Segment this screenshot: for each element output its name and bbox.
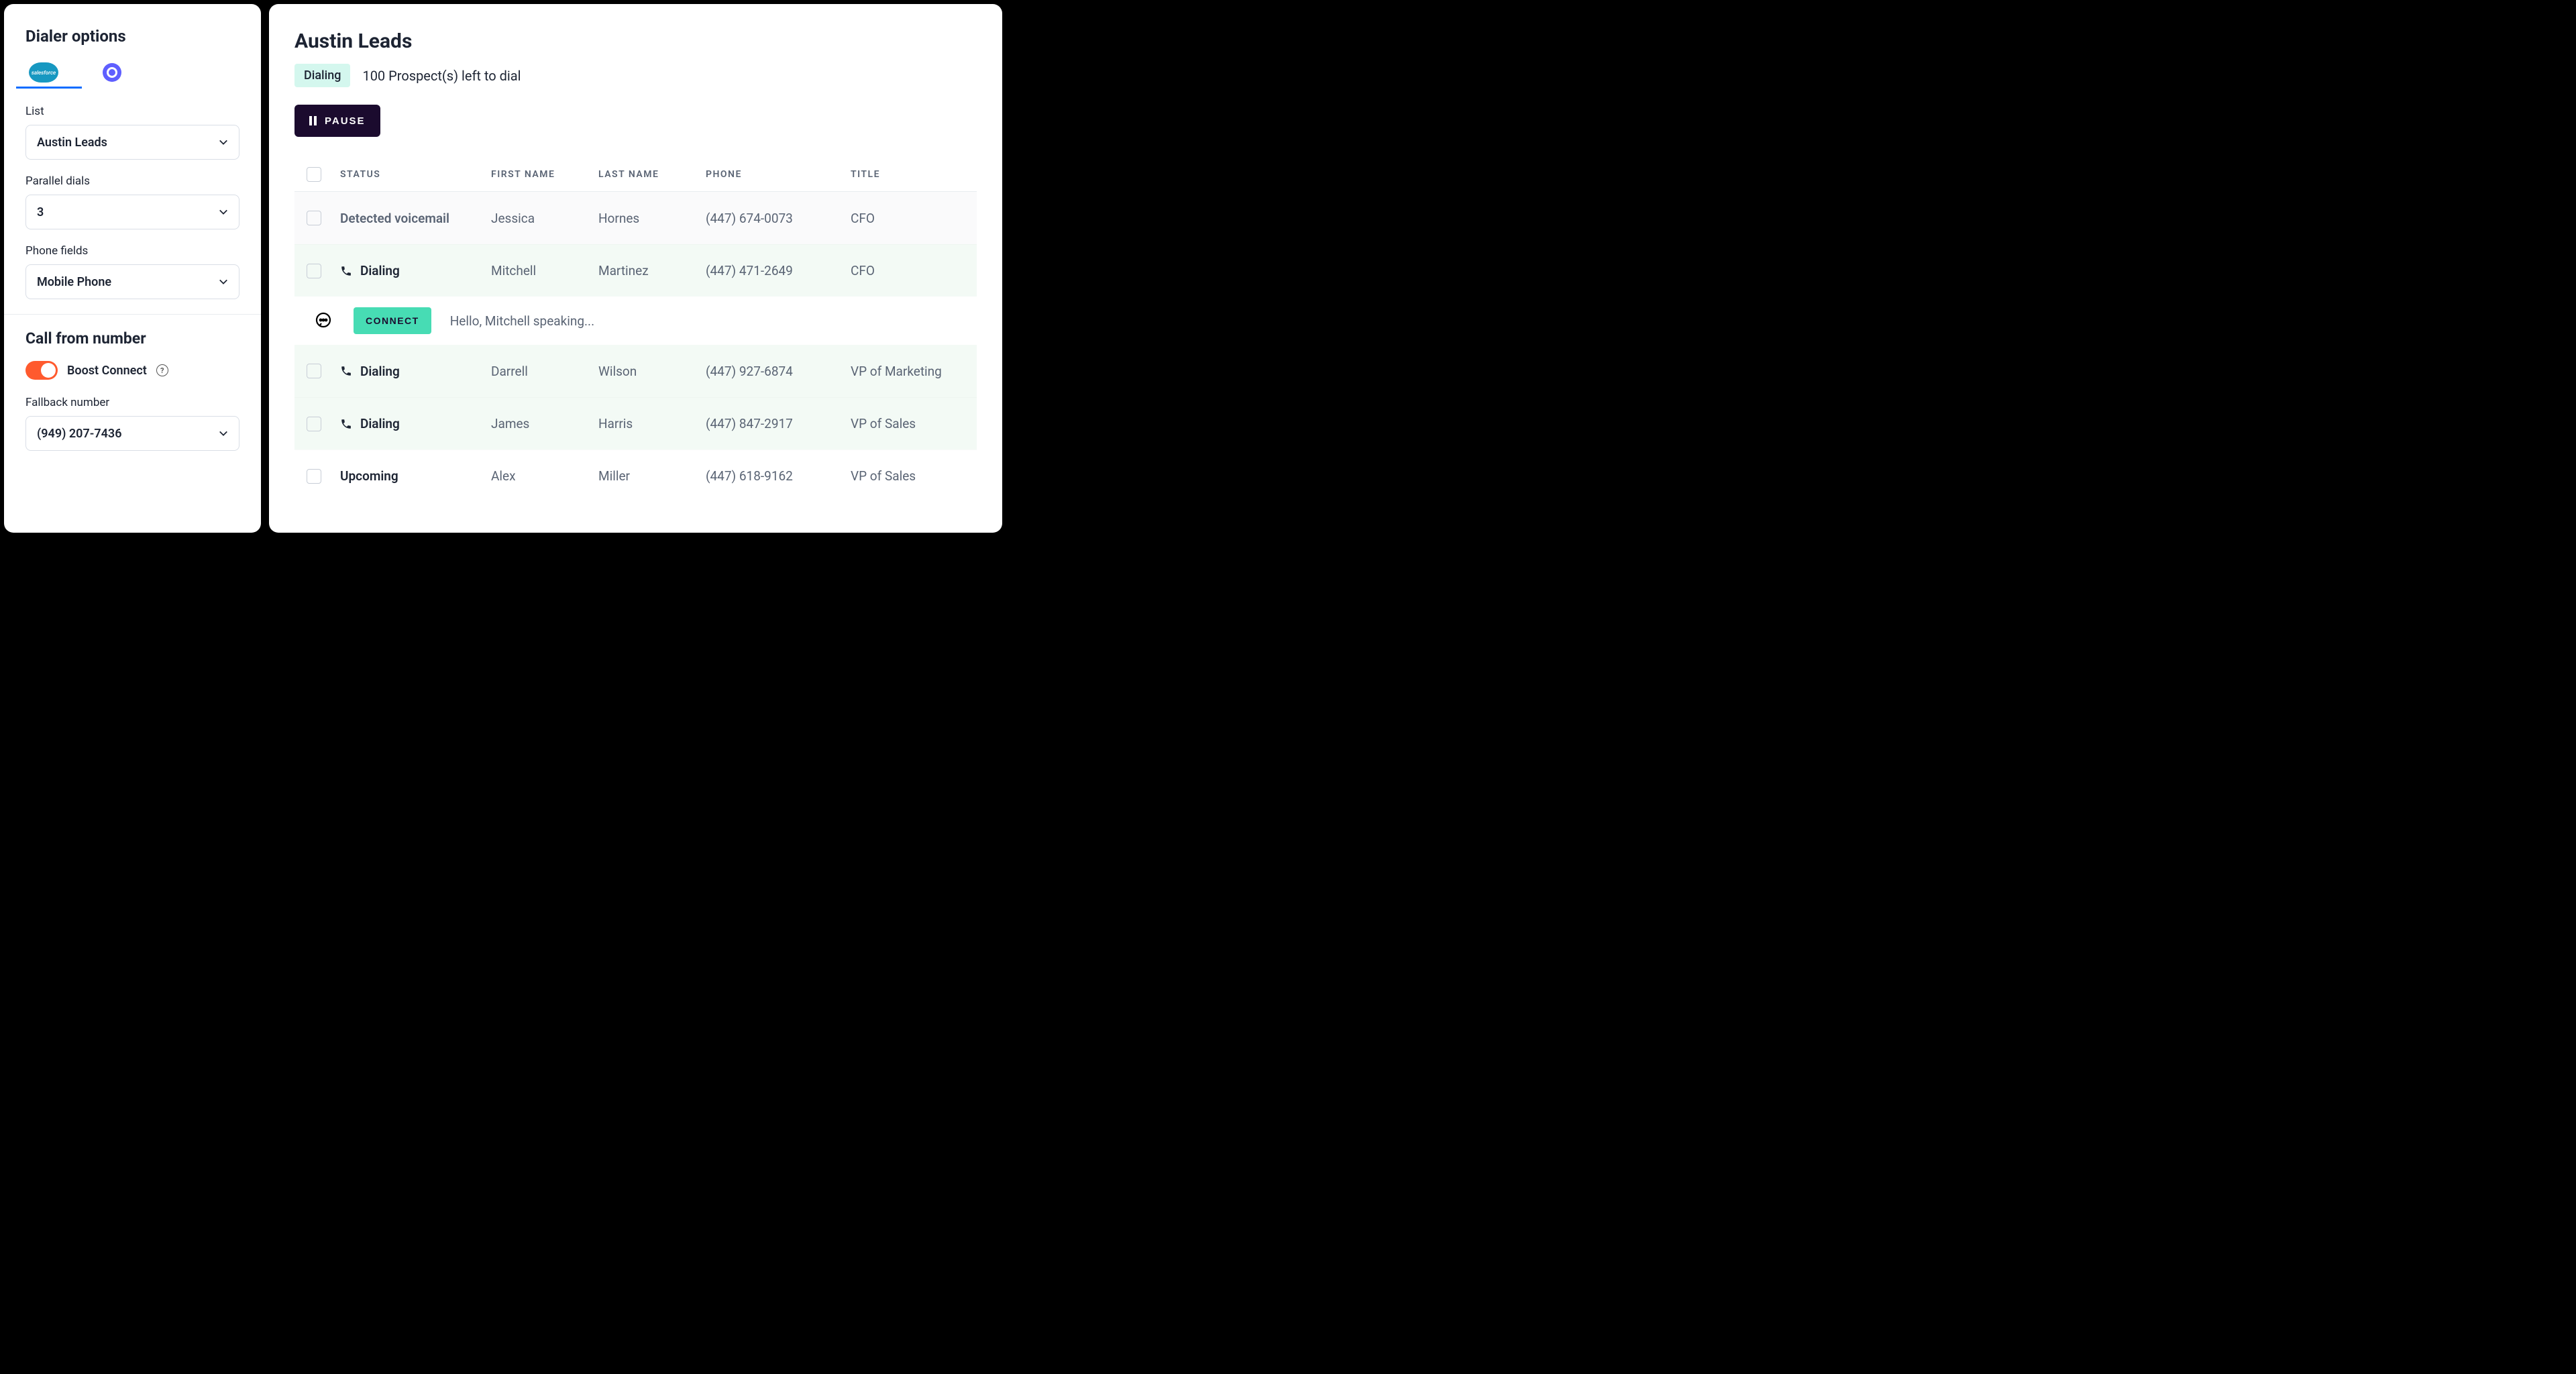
phone-fields-value: Mobile Phone	[37, 275, 111, 289]
status-text: 100 Prospect(s) left to dial	[362, 68, 521, 84]
col-last: LAST NAME	[598, 169, 706, 180]
sidebar-title: Dialer options	[25, 27, 239, 46]
salesforce-icon	[29, 62, 58, 83]
table-row: DialingMitchellMartinez(447) 471-2649CFO	[294, 244, 977, 297]
cell-title: VP of Sales	[851, 468, 965, 484]
phone-icon	[340, 365, 352, 377]
phone-icon	[340, 265, 352, 277]
cell-last-name: Martinez	[598, 263, 706, 278]
pause-button[interactable]: PAUSE	[294, 105, 380, 137]
row-checkbox[interactable]	[307, 211, 321, 225]
outreach-icon	[103, 63, 121, 82]
help-icon[interactable]: ?	[156, 364, 168, 376]
parallel-select[interactable]: 3	[25, 195, 239, 229]
table-row: DialingJamesHarris(447) 847-2917VP of Sa…	[294, 397, 977, 450]
connect-button[interactable]: CONNECT	[354, 307, 431, 334]
cell-first-name: Alex	[491, 468, 598, 484]
col-status: STATUS	[340, 169, 491, 180]
table-row: DialingDarrellWilson(447) 927-6874VP of …	[294, 345, 977, 397]
status-row: Dialing 100 Prospect(s) left to dial	[294, 64, 977, 87]
select-all-checkbox[interactable]	[307, 167, 321, 182]
parallel-value: 3	[37, 205, 44, 219]
col-phone: PHONE	[706, 169, 851, 180]
cell-first-name: James	[491, 416, 598, 431]
connect-row: CONNECT Hello, Mitchell speaking...	[294, 297, 977, 345]
cell-status: Dialing	[340, 364, 491, 379]
fallback-select[interactable]: (949) 207-7436	[25, 416, 239, 451]
cell-status: Upcoming	[340, 468, 491, 484]
fallback-value: (949) 207-7436	[37, 427, 121, 441]
cell-title: VP of Sales	[851, 416, 965, 431]
list-select[interactable]: Austin Leads	[25, 125, 239, 160]
boost-connect-row: Boost Connect ?	[25, 361, 239, 380]
cell-title: VP of Marketing	[851, 364, 965, 379]
tab-salesforce[interactable]	[25, 60, 62, 85]
chat-bubble-icon	[314, 311, 333, 330]
phone-fields-select[interactable]: Mobile Phone	[25, 264, 239, 299]
table-header: STATUS FIRST NAME LAST NAME PHONE TITLE	[294, 157, 977, 192]
cell-phone: (447) 618-9162	[706, 468, 851, 484]
cell-status: Detected voicemail	[340, 211, 491, 226]
list-value: Austin Leads	[37, 136, 107, 150]
row-checkbox[interactable]	[307, 469, 321, 484]
pause-icon	[309, 116, 317, 125]
cell-last-name: Wilson	[598, 364, 706, 379]
boost-connect-label: Boost Connect	[67, 364, 147, 378]
row-checkbox[interactable]	[307, 364, 321, 378]
pause-label: PAUSE	[325, 115, 366, 127]
fallback-label: Fallback number	[25, 396, 239, 409]
provider-tabs	[25, 60, 239, 85]
leads-panel: Austin Leads Dialing 100 Prospect(s) lef…	[269, 4, 1002, 533]
chevron-down-icon	[219, 277, 228, 286]
cell-last-name: Miller	[598, 468, 706, 484]
parallel-label: Parallel dials	[25, 174, 239, 188]
status-badge: Dialing	[294, 64, 350, 87]
cell-status: Dialing	[340, 263, 491, 278]
col-first: FIRST NAME	[491, 169, 598, 180]
boost-connect-toggle[interactable]	[25, 361, 58, 380]
dialer-options-panel: Dialer options List Austin Leads Paralle…	[4, 4, 261, 533]
list-label: List	[25, 105, 239, 118]
page-title: Austin Leads	[294, 30, 977, 53]
table-row: UpcomingAlexMiller(447) 618-9162VP of Sa…	[294, 450, 977, 502]
leads-table: STATUS FIRST NAME LAST NAME PHONE TITLE …	[294, 157, 977, 502]
chevron-down-icon	[219, 138, 228, 147]
cell-phone: (447) 471-2649	[706, 263, 851, 278]
cell-last-name: Harris	[598, 416, 706, 431]
cell-first-name: Darrell	[491, 364, 598, 379]
cell-status: Dialing	[340, 416, 491, 431]
phone-fields-label: Phone fields	[25, 244, 239, 258]
cell-phone: (447) 927-6874	[706, 364, 851, 379]
tab-outreach[interactable]	[94, 60, 130, 85]
cell-title: CFO	[851, 211, 965, 226]
col-title: TITLE	[851, 169, 965, 180]
connect-transcript: Hello, Mitchell speaking...	[450, 313, 594, 329]
row-checkbox[interactable]	[307, 264, 321, 278]
cell-phone: (447) 847-2917	[706, 416, 851, 431]
divider	[4, 314, 261, 315]
row-checkbox[interactable]	[307, 417, 321, 431]
cell-first-name: Jessica	[491, 211, 598, 226]
cell-phone: (447) 674-0073	[706, 211, 851, 226]
table-row: Detected voicemailJessicaHornes(447) 674…	[294, 192, 977, 244]
cell-title: CFO	[851, 263, 965, 278]
cell-last-name: Hornes	[598, 211, 706, 226]
cell-first-name: Mitchell	[491, 263, 598, 278]
call-from-title: Call from number	[25, 329, 239, 348]
chevron-down-icon	[219, 429, 228, 438]
phone-icon	[340, 418, 352, 430]
chevron-down-icon	[219, 207, 228, 217]
